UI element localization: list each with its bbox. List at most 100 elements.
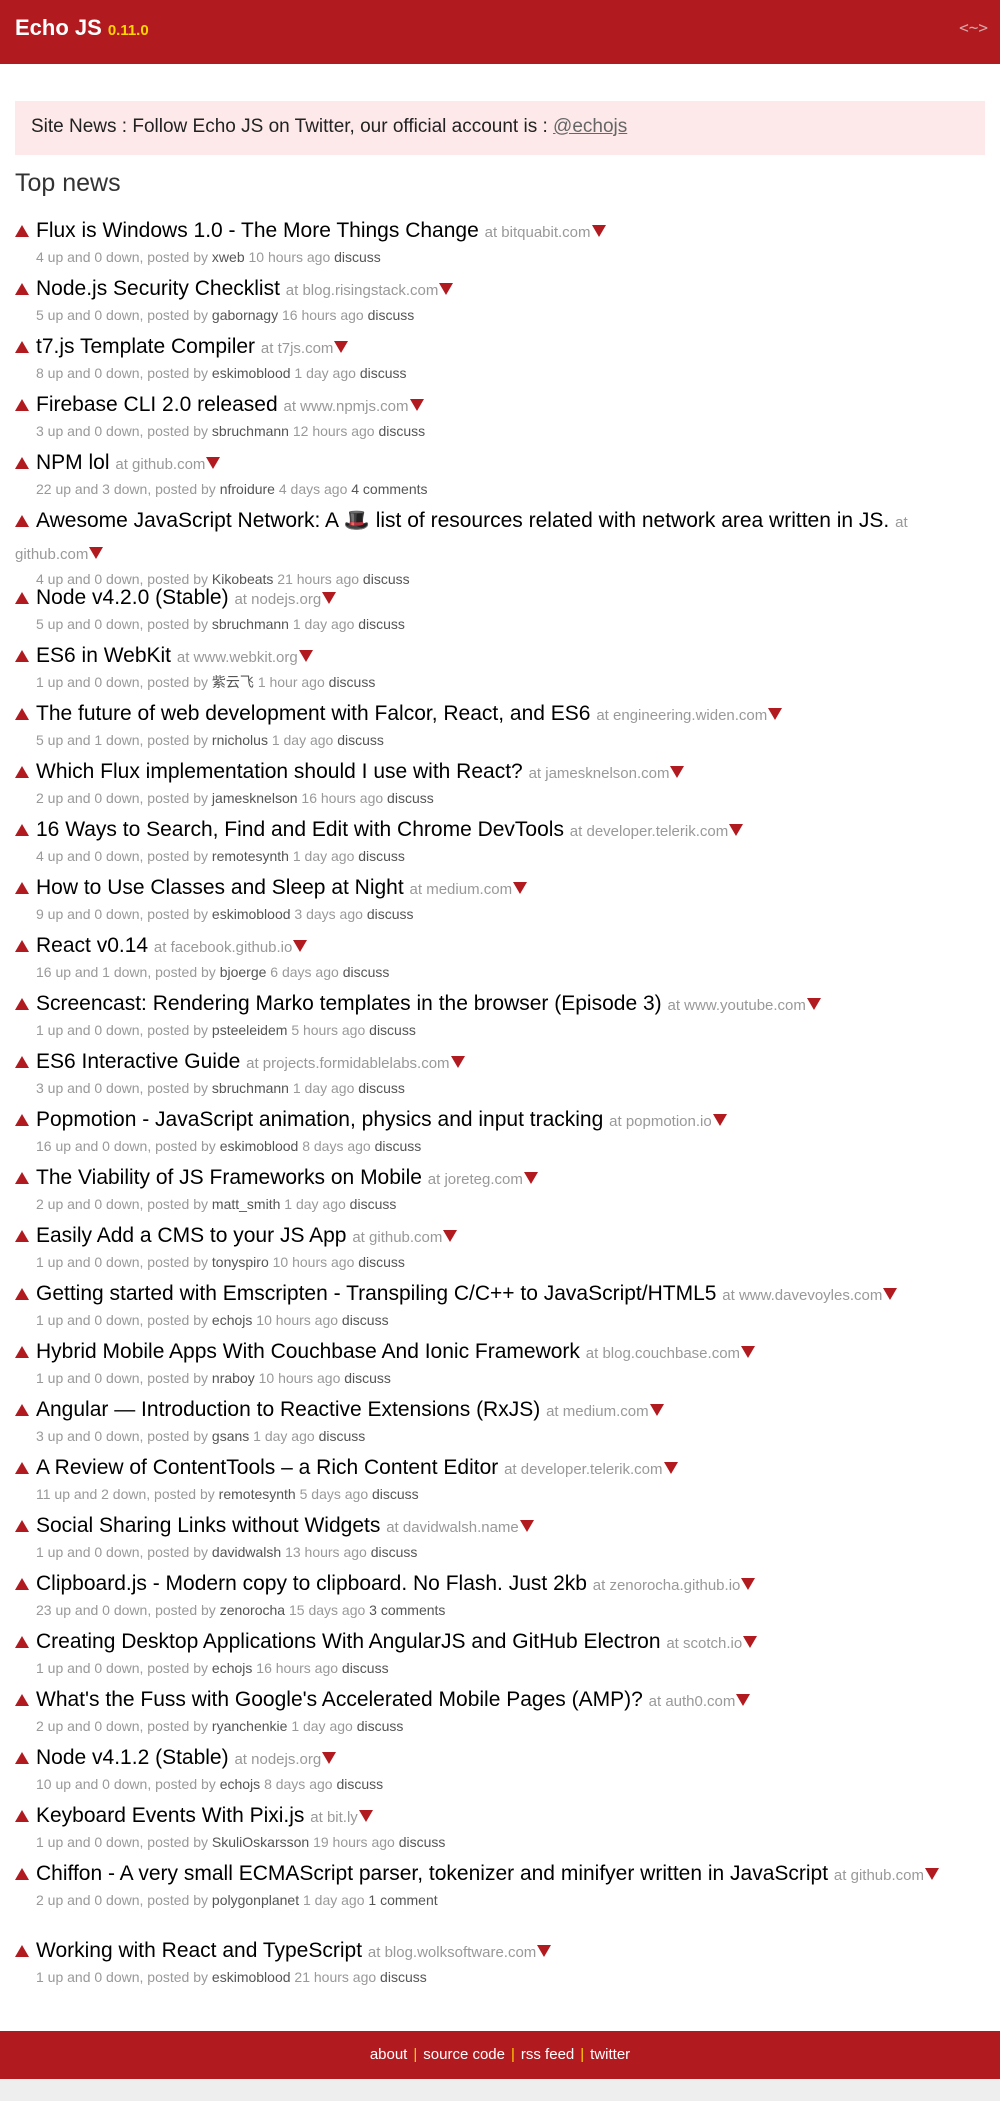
discuss-link[interactable]: discuss [344, 1370, 391, 1386]
downvote-arrow-icon[interactable] [537, 1945, 552, 1958]
author-link[interactable]: polygonplanet [212, 1892, 299, 1908]
news-title-link[interactable]: Working with React and TypeScript [36, 1939, 362, 1962]
downvote-arrow-icon[interactable] [439, 283, 454, 296]
author-link[interactable]: rnicholus [212, 732, 268, 748]
discuss-link[interactable]: discuss [358, 1254, 405, 1270]
downvote-arrow-icon[interactable] [649, 1404, 664, 1417]
downvote-arrow-icon[interactable] [741, 1578, 756, 1591]
author-link[interactable]: bjoerge [220, 964, 267, 980]
downvote-arrow-icon[interactable] [883, 1288, 898, 1301]
author-link[interactable]: sbruchmann [212, 423, 289, 439]
author-link[interactable]: remotesynth [212, 848, 289, 864]
downvote-arrow-icon[interactable] [443, 1230, 458, 1243]
downvote-arrow-icon[interactable] [206, 457, 221, 470]
author-link[interactable]: SkuliOskarsson [212, 1834, 309, 1850]
news-title-link[interactable]: Node.js Security Checklist [36, 277, 280, 300]
news-title-link[interactable]: The future of web development with Falco… [36, 702, 590, 725]
author-link[interactable]: 紫云飞 [212, 674, 254, 690]
downvote-arrow-icon[interactable] [712, 1114, 727, 1127]
news-title-link[interactable]: Firebase CLI 2.0 released [36, 393, 278, 416]
discuss-link[interactable]: discuss [342, 1312, 389, 1328]
author-link[interactable]: echojs [212, 1312, 252, 1328]
news-title-link[interactable]: Awesome JavaScript Network: A 🎩 list of … [36, 509, 889, 532]
twitter-account-link[interactable]: @echojs [553, 116, 627, 137]
discuss-link[interactable]: discuss [375, 1138, 422, 1154]
downvote-arrow-icon[interactable] [322, 1752, 337, 1765]
discuss-link[interactable]: discuss [387, 790, 434, 806]
author-link[interactable]: nraboy [212, 1370, 255, 1386]
news-title-link[interactable]: Node v4.1.2 (Stable) [36, 1746, 229, 1769]
discuss-link[interactable]: discuss [371, 1544, 418, 1560]
site-logo[interactable]: Echo JS 0.11.0 [15, 15, 149, 41]
author-link[interactable]: eskimoblood [212, 365, 291, 381]
downvote-arrow-icon[interactable] [591, 225, 606, 238]
author-link[interactable]: sbruchmann [212, 1080, 289, 1096]
discuss-link[interactable]: discuss [369, 1022, 416, 1038]
author-link[interactable]: matt_smith [212, 1196, 280, 1212]
discuss-link[interactable]: discuss [378, 423, 425, 439]
news-title-link[interactable]: NPM lol [36, 451, 110, 474]
news-title-link[interactable]: t7.js Template Compiler [36, 335, 255, 358]
discuss-link[interactable]: discuss [350, 1196, 397, 1212]
footer-about-link[interactable]: about [370, 2046, 408, 2063]
footer-twitter-link[interactable]: twitter [590, 2046, 630, 2063]
news-title-link[interactable]: ES6 in WebKit [36, 644, 171, 667]
author-link[interactable]: tonyspiro [212, 1254, 269, 1270]
author-link[interactable]: remotesynth [219, 1486, 296, 1502]
author-link[interactable]: eskimoblood [212, 1969, 291, 1985]
discuss-link[interactable]: discuss [360, 365, 407, 381]
discuss-link[interactable]: 1 comment [368, 1892, 437, 1908]
downvote-arrow-icon[interactable] [523, 1172, 538, 1185]
discuss-link[interactable]: 3 comments [369, 1602, 445, 1618]
author-link[interactable]: xweb [212, 249, 245, 265]
downvote-arrow-icon[interactable] [670, 766, 685, 779]
news-title-link[interactable]: Popmotion - JavaScript animation, physic… [36, 1108, 603, 1131]
discuss-link[interactable]: discuss [357, 1718, 404, 1734]
author-link[interactable]: echojs [220, 1776, 260, 1792]
discuss-link[interactable]: discuss [368, 307, 415, 323]
downvote-arrow-icon[interactable] [322, 592, 337, 605]
discuss-link[interactable]: discuss [342, 1660, 389, 1676]
footer-rss-feed-link[interactable]: rss feed [521, 2046, 574, 2063]
author-link[interactable]: zenorocha [220, 1602, 285, 1618]
downvote-arrow-icon[interactable] [743, 1636, 758, 1649]
news-title-link[interactable]: Creating Desktop Applications With Angul… [36, 1630, 661, 1653]
news-title-link[interactable]: Flux is Windows 1.0 - The More Things Ch… [36, 219, 479, 242]
downvote-arrow-icon[interactable] [519, 1520, 534, 1533]
discuss-link[interactable]: discuss [319, 1428, 366, 1444]
downvote-arrow-icon[interactable] [293, 940, 308, 953]
downvote-arrow-icon[interactable] [663, 1462, 678, 1475]
news-title-link[interactable]: What's the Fuss with Google's Accelerate… [36, 1688, 643, 1711]
discuss-link[interactable]: discuss [329, 674, 376, 690]
news-title-link[interactable]: React v0.14 [36, 934, 148, 957]
author-link[interactable]: psteeleidem [212, 1022, 288, 1038]
discuss-link[interactable]: discuss [367, 906, 414, 922]
author-link[interactable]: gsans [212, 1428, 249, 1444]
author-link[interactable]: eskimoblood [212, 906, 291, 922]
news-title-link[interactable]: How to Use Classes and Sleep at Night [36, 876, 404, 899]
author-link[interactable]: nfroidure [220, 481, 275, 497]
downvote-arrow-icon[interactable] [334, 341, 349, 354]
downvote-arrow-icon[interactable] [729, 824, 744, 837]
author-link[interactable]: jamesknelson [212, 790, 298, 806]
discuss-link[interactable]: discuss [358, 616, 405, 632]
discuss-link[interactable]: 4 comments [351, 481, 427, 497]
discuss-link[interactable]: discuss [372, 1486, 419, 1502]
downvote-arrow-icon[interactable] [741, 1346, 756, 1359]
author-link[interactable]: gabornagy [212, 307, 278, 323]
menu-toggle-button[interactable]: <~> [959, 18, 988, 37]
news-title-link[interactable]: Hybrid Mobile Apps With Couchbase And Io… [36, 1340, 580, 1363]
author-link[interactable]: sbruchmann [212, 616, 289, 632]
discuss-link[interactable]: discuss [399, 1834, 446, 1850]
discuss-link[interactable]: discuss [358, 1080, 405, 1096]
author-link[interactable]: echojs [212, 1660, 252, 1676]
news-title-link[interactable]: The Viability of JS Frameworks on Mobile [36, 1166, 422, 1189]
discuss-link[interactable]: discuss [380, 1969, 427, 1985]
news-title-link[interactable]: A Review of ContentTools – a Rich Conten… [36, 1456, 498, 1479]
downvote-arrow-icon[interactable] [924, 1868, 939, 1881]
downvote-arrow-icon[interactable] [513, 882, 528, 895]
news-title-link[interactable]: Keyboard Events With Pixi.js [36, 1804, 304, 1827]
discuss-link[interactable]: discuss [336, 1776, 383, 1792]
news-title-link[interactable]: Clipboard.js - Modern copy to clipboard.… [36, 1572, 587, 1595]
news-title-link[interactable]: Getting started with Emscripten - Transp… [36, 1282, 716, 1305]
